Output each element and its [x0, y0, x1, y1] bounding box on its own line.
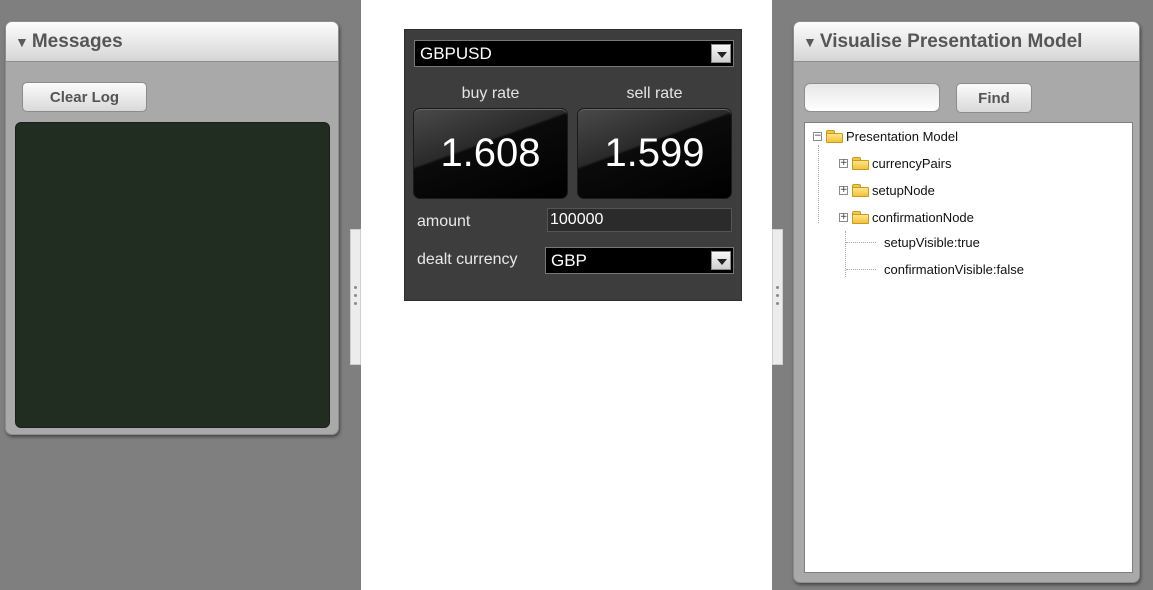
dealt-currency-select[interactable]: GBP — [545, 247, 734, 274]
left-splitter-handle[interactable] — [350, 229, 361, 365]
messages-panel-header[interactable]: ▼ Messages — [6, 22, 338, 62]
tree-node-confirmation-node[interactable]: + confirmationNode — [839, 210, 974, 225]
tree-connector — [818, 145, 819, 223]
dealt-currency-value: GBP — [551, 250, 587, 270]
tree-leaf-label: setupVisible:true — [884, 235, 980, 250]
trade-widget: GBPUSD buy rate sell rate 1.608 1.599 am… — [404, 29, 742, 301]
sell-rate-label: sell rate — [626, 85, 683, 102]
dropdown-arrow-icon[interactable] — [711, 251, 731, 270]
folder-open-icon — [826, 130, 843, 143]
tree-connector — [846, 242, 876, 243]
tree-leaf-setup-visible[interactable]: setupVisible:true — [881, 235, 980, 250]
tree-leaf-confirmation-visible[interactable]: confirmationVisible:false — [881, 262, 1024, 277]
tree-node-setup-node[interactable]: + setupNode — [839, 183, 935, 198]
grip-dot — [776, 302, 779, 305]
messages-panel-title: Messages — [31, 30, 123, 52]
tree-node-label: Presentation Model — [846, 129, 959, 144]
grip-dot — [354, 286, 357, 289]
search-input[interactable] — [804, 83, 940, 112]
tree-node-root[interactable]: − Presentation Model — [813, 129, 958, 144]
sell-rate-value: 1.599 — [604, 131, 705, 175]
tree-node-currency-pairs[interactable]: + currencyPairs — [839, 156, 951, 171]
grip-dot — [354, 302, 357, 305]
tree-node-label: confirmationNode — [872, 210, 974, 225]
collapse-triangle-icon[interactable]: ▼ — [15, 34, 29, 50]
tree-node-label: currencyPairs — [872, 156, 952, 171]
visualise-panel-title: Visualise Presentation Model — [819, 30, 1083, 52]
dealt-currency-label: dealt currency — [417, 251, 518, 268]
message-log-area[interactable] — [15, 122, 330, 428]
tree-connector — [846, 269, 876, 270]
messages-panel: ▼ Messages Clear Log — [5, 21, 339, 435]
folder-icon — [852, 211, 869, 224]
presentation-model-tree[interactable]: − Presentation Model + currencyPairs + s… — [804, 122, 1133, 573]
currency-pair-value: GBPUSD — [420, 43, 492, 63]
amount-input[interactable] — [547, 208, 732, 232]
expand-icon[interactable]: + — [839, 186, 848, 195]
collapse-triangle-icon[interactable]: ▼ — [803, 34, 817, 50]
tree-connector — [845, 231, 846, 277]
dropdown-arrow-icon[interactable] — [711, 44, 731, 63]
grip-dot — [354, 294, 357, 297]
visualise-panel-header[interactable]: ▼ Visualise Presentation Model — [794, 22, 1139, 62]
clear-log-button[interactable]: Clear Log — [22, 82, 147, 112]
grip-dot — [776, 286, 779, 289]
visualise-panel: ▼ Visualise Presentation Model Find − Pr… — [793, 21, 1140, 583]
expand-icon[interactable]: + — [839, 159, 848, 168]
tree-node-label: setupNode — [872, 183, 935, 198]
buy-rate-value: 1.608 — [440, 131, 541, 175]
sell-rate-button[interactable]: 1.599 — [577, 108, 732, 199]
amount-label: amount — [417, 213, 471, 230]
expand-icon[interactable]: + — [839, 213, 848, 222]
folder-icon — [852, 184, 869, 197]
currency-pair-select[interactable]: GBPUSD — [414, 40, 734, 67]
grip-dot — [776, 294, 779, 297]
tree-leaf-label: confirmationVisible:false — [884, 262, 1024, 277]
collapse-icon[interactable]: − — [813, 132, 822, 141]
folder-icon — [852, 157, 869, 170]
buy-rate-button[interactable]: 1.608 — [413, 108, 568, 199]
find-button[interactable]: Find — [956, 83, 1032, 113]
buy-rate-label: buy rate — [461, 85, 520, 102]
right-splitter-handle[interactable] — [772, 229, 783, 365]
